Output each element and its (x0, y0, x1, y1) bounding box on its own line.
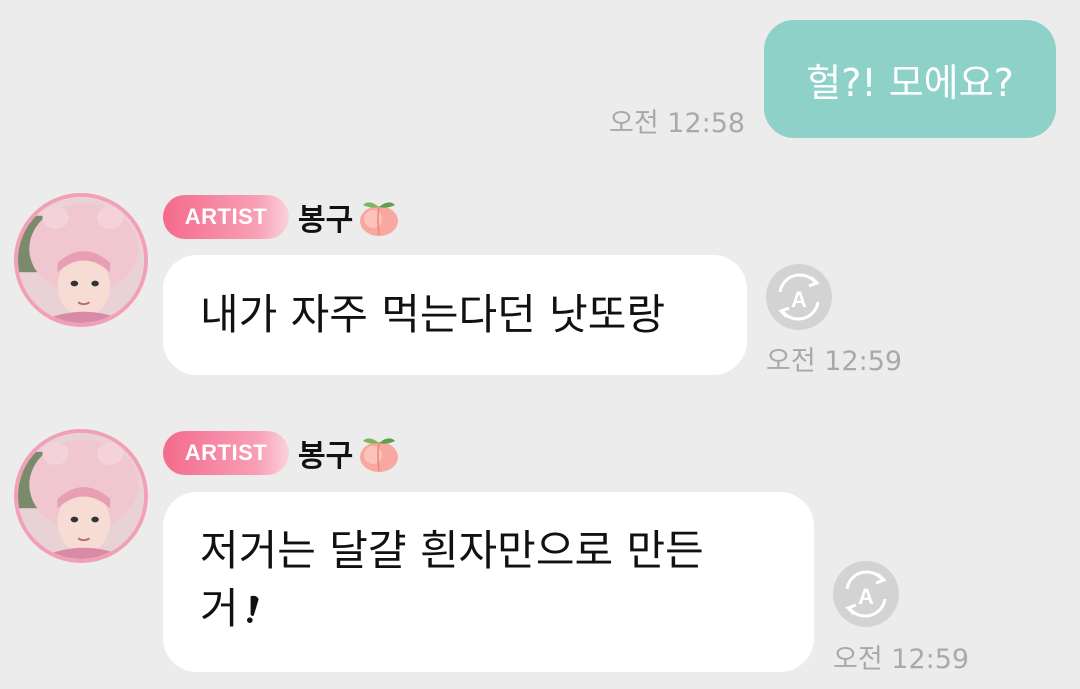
sender-name[interactable]: 봉구 (298, 195, 401, 239)
sender-avatar[interactable] (14, 193, 148, 327)
outgoing-message-text: 헐?! 모에요? (806, 60, 1014, 105)
incoming-message-text-line: 저거는 달걀 흰자만으로 만든 (200, 526, 704, 575)
translate-button[interactable]: A (833, 561, 899, 627)
peach-icon (360, 438, 399, 472)
outgoing-message-bubble[interactable]: 헐?! 모에요? (764, 20, 1056, 138)
avatar-image (18, 197, 144, 323)
sender-name[interactable]: 봉구 (298, 431, 401, 475)
sender-name-text: 봉구 (298, 439, 354, 474)
translate-icon: A (778, 273, 820, 321)
svg-text:A: A (791, 287, 807, 312)
exclamation-icon (246, 595, 259, 623)
incoming-message-bubble[interactable]: 저거는 달걀 흰자만으로 만든 거 (163, 492, 814, 672)
incoming-message-text: 내가 자주 먹는다던 낫또랑 (200, 290, 666, 339)
sender-name-text: 봉구 (298, 203, 354, 238)
svg-text:A: A (858, 584, 874, 609)
translate-icon: A (845, 570, 887, 618)
incoming-message-text-end: 거 (200, 584, 239, 633)
avatar-image (18, 433, 144, 559)
artist-badge: ARTIST (163, 431, 289, 475)
artist-badge: ARTIST (163, 195, 289, 239)
incoming-message-time: 오전 12:59 (833, 644, 970, 675)
peach-icon (360, 202, 399, 236)
sender-avatar[interactable] (14, 429, 148, 563)
incoming-message-time: 오전 12:59 (766, 346, 903, 377)
incoming-message-bubble[interactable]: 내가 자주 먹는다던 낫또랑 (163, 255, 747, 375)
outgoing-message-time: 오전 12:58 (609, 108, 746, 139)
incoming-message-text-line: 거 (200, 580, 814, 638)
translate-button[interactable]: A (766, 264, 832, 330)
